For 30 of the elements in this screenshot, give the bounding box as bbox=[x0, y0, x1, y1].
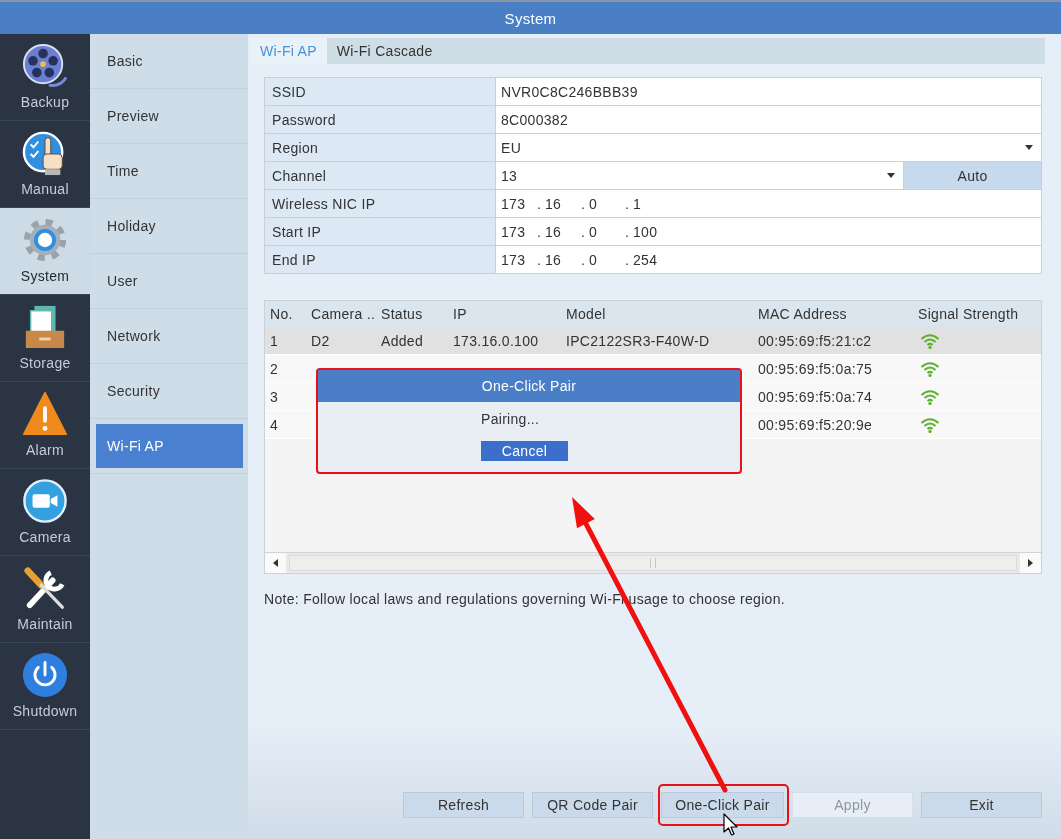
column-header: Signal Strength bbox=[917, 306, 1020, 322]
field-label: Wireless NIC IP bbox=[265, 190, 495, 217]
table-cell: 1 bbox=[270, 332, 279, 349]
status-message: Pairing... bbox=[481, 411, 540, 428]
dialog-title: One-Click Pair bbox=[481, 378, 577, 394]
table-cell: 00:95:69:f5:0a:75 bbox=[758, 360, 873, 377]
table-cell: IPC2122SR3-F40W-D bbox=[566, 332, 710, 349]
table-cell: Added bbox=[381, 332, 423, 349]
table-cell: 00:95:69:f5:20:9e bbox=[758, 416, 873, 433]
field-label: Start IP bbox=[265, 218, 495, 245]
field-label: End IP bbox=[265, 246, 495, 273]
column-header: No. bbox=[269, 306, 294, 322]
table-cell: 173.16.0.100 bbox=[453, 332, 539, 349]
note-text: Note: Follow local laws and regulations governing Wi-Fi usage to choose region. bbox=[264, 591, 786, 608]
table-cell: 2 bbox=[270, 360, 279, 377]
field-label: Region bbox=[265, 134, 495, 161]
table-cell: 00:95:69:f5:21:c2 bbox=[758, 332, 872, 349]
column-header: IP bbox=[452, 306, 468, 322]
table-cell: D2 bbox=[311, 332, 330, 349]
column-header: Camera .. bbox=[310, 306, 376, 322]
field-label: SSID bbox=[265, 78, 495, 105]
column-header: MAC Address bbox=[757, 306, 848, 322]
field-label: Password bbox=[265, 106, 495, 133]
column-header: Model bbox=[565, 306, 607, 322]
field-label: Channel bbox=[265, 162, 495, 189]
table-cell: 00:95:69:f5:0a:74 bbox=[758, 388, 873, 405]
window-title: System bbox=[504, 9, 557, 27]
column-header: Status bbox=[380, 306, 424, 322]
table-cell: 3 bbox=[270, 388, 279, 405]
table-cell: 4 bbox=[270, 416, 279, 433]
